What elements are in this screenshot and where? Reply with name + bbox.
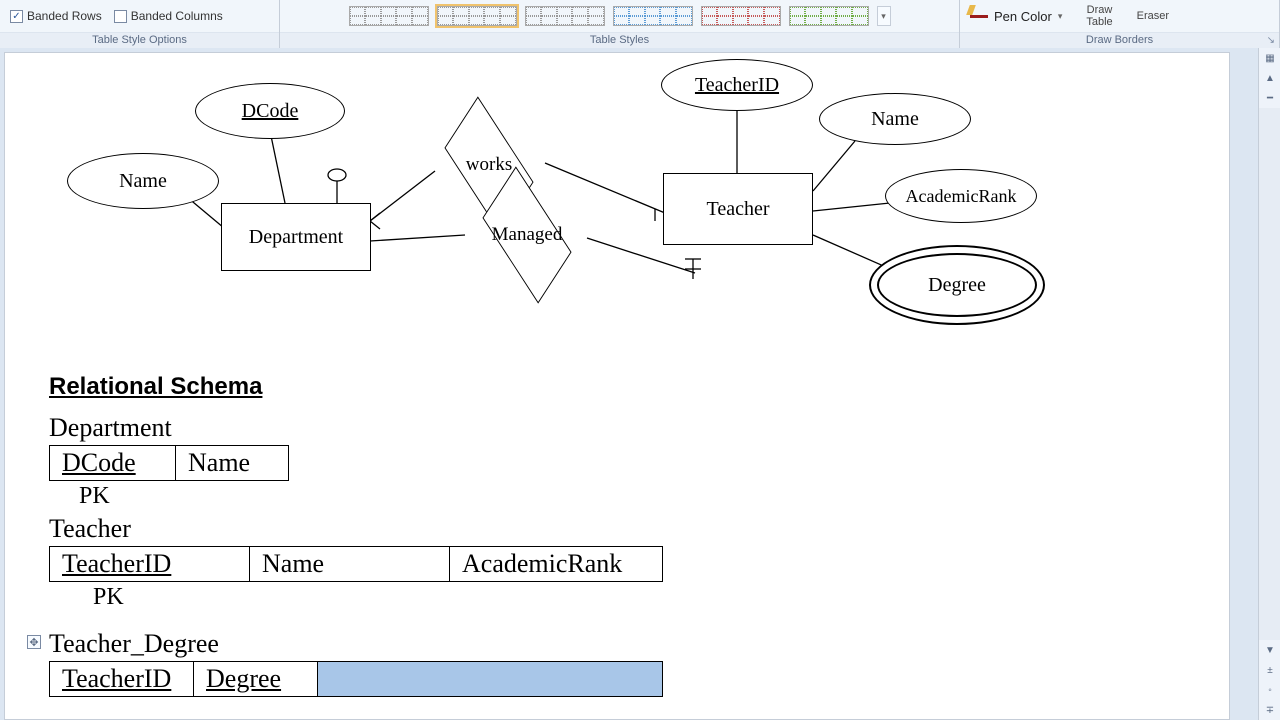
gallery-expand-button[interactable]: ▾ — [877, 6, 891, 26]
next-page-icon[interactable]: ∓ — [1259, 700, 1280, 720]
table-style-swatch[interactable] — [349, 6, 429, 26]
col-degree: Degree — [194, 662, 318, 696]
table-department[interactable]: DCode Name — [49, 445, 289, 481]
prev-page-icon[interactable]: ± — [1259, 660, 1280, 680]
group-label-styles: Table Styles — [280, 32, 959, 48]
ribbon: ✓ Banded Rows Banded Columns Table Style… — [0, 0, 1280, 48]
table-style-swatch[interactable] — [613, 6, 693, 26]
er-entity-department: Department — [221, 203, 371, 271]
vertical-scrollbar[interactable]: ▦ ▲ ━ ▼ ± ◦ ∓ — [1258, 48, 1280, 720]
table-move-handle-icon[interactable]: ✥ — [27, 635, 41, 649]
er-connectors — [5, 53, 1230, 383]
table-style-swatch[interactable] — [789, 6, 869, 26]
group-label-options: Table Style Options — [0, 32, 279, 48]
schema-title: Relational Schema — [49, 373, 663, 401]
banded-rows-label: Banded Rows — [27, 9, 102, 23]
relational-schema: Relational Schema Department DCode Name … — [49, 373, 663, 697]
dialog-launcher-icon[interactable]: ↘ — [1267, 35, 1275, 46]
chevron-down-icon: ▾ — [1058, 11, 1063, 22]
er-attr-academicrank: AcademicRank — [885, 169, 1037, 223]
col-name: Name — [250, 547, 450, 581]
table-style-swatch-selected[interactable] — [437, 6, 517, 26]
scroll-up-icon[interactable]: ▲ — [1259, 68, 1280, 88]
check-icon — [114, 10, 127, 23]
pen-color-label: Pen Color — [994, 9, 1052, 24]
table-name-department: Department — [49, 413, 663, 443]
er-entity-teacher: Teacher — [663, 173, 813, 245]
banded-rows-checkbox[interactable]: ✓ Banded Rows — [10, 9, 102, 23]
table-style-swatch[interactable] — [701, 6, 781, 26]
col-dcode: DCode — [50, 446, 176, 480]
scrollbar-track[interactable] — [1259, 108, 1280, 700]
table-teacher[interactable]: TeacherID Name AcademicRank — [49, 546, 663, 582]
er-attr-teacherid: TeacherID — [661, 59, 813, 111]
er-attr-degree-multivalued: Degree — [869, 245, 1045, 325]
page[interactable]: DCode Name Department works Managed Teac… — [4, 52, 1230, 720]
er-rel-works: works — [419, 125, 559, 205]
col-academicrank: AcademicRank — [450, 547, 662, 581]
pen-color-button[interactable]: Pen Color ▾ — [970, 9, 1062, 24]
pk-label: PK — [79, 483, 663, 510]
table-teacher-degree[interactable]: TeacherID Degree — [49, 661, 663, 697]
scroll-down-icon[interactable]: ▼ — [1259, 640, 1280, 660]
draw-table-button[interactable]: Draw Table — [1086, 4, 1112, 28]
table-name-teacher-degree: Teacher_Degree — [49, 629, 663, 659]
banded-columns-checkbox[interactable]: Banded Columns — [114, 9, 223, 23]
er-attr-name2: Name — [819, 93, 971, 145]
table-name-teacher: Teacher — [49, 514, 663, 544]
check-icon: ✓ — [10, 10, 23, 23]
ruler-toggle-icon[interactable]: ▦ — [1259, 48, 1280, 68]
er-rel-managed: Managed — [457, 195, 597, 275]
er-attr-name: Name — [67, 153, 219, 209]
col-teacherid: TeacherID — [50, 662, 194, 696]
col-teacherid: TeacherID — [50, 547, 250, 581]
col-name: Name — [176, 446, 288, 480]
split-icon[interactable]: ━ — [1259, 88, 1280, 108]
er-attr-dcode: DCode — [195, 83, 345, 139]
browse-object-icon[interactable]: ◦ — [1259, 680, 1280, 700]
table-style-swatch[interactable] — [525, 6, 605, 26]
col-empty-selected[interactable] — [318, 662, 662, 696]
pk-label: PK — [93, 584, 663, 611]
document-area: DCode Name Department works Managed Teac… — [0, 48, 1258, 720]
group-label-borders: Draw Borders — [960, 32, 1279, 48]
eraser-button[interactable]: Eraser — [1137, 10, 1169, 22]
pen-icon — [970, 15, 988, 18]
banded-columns-label: Banded Columns — [131, 9, 223, 23]
